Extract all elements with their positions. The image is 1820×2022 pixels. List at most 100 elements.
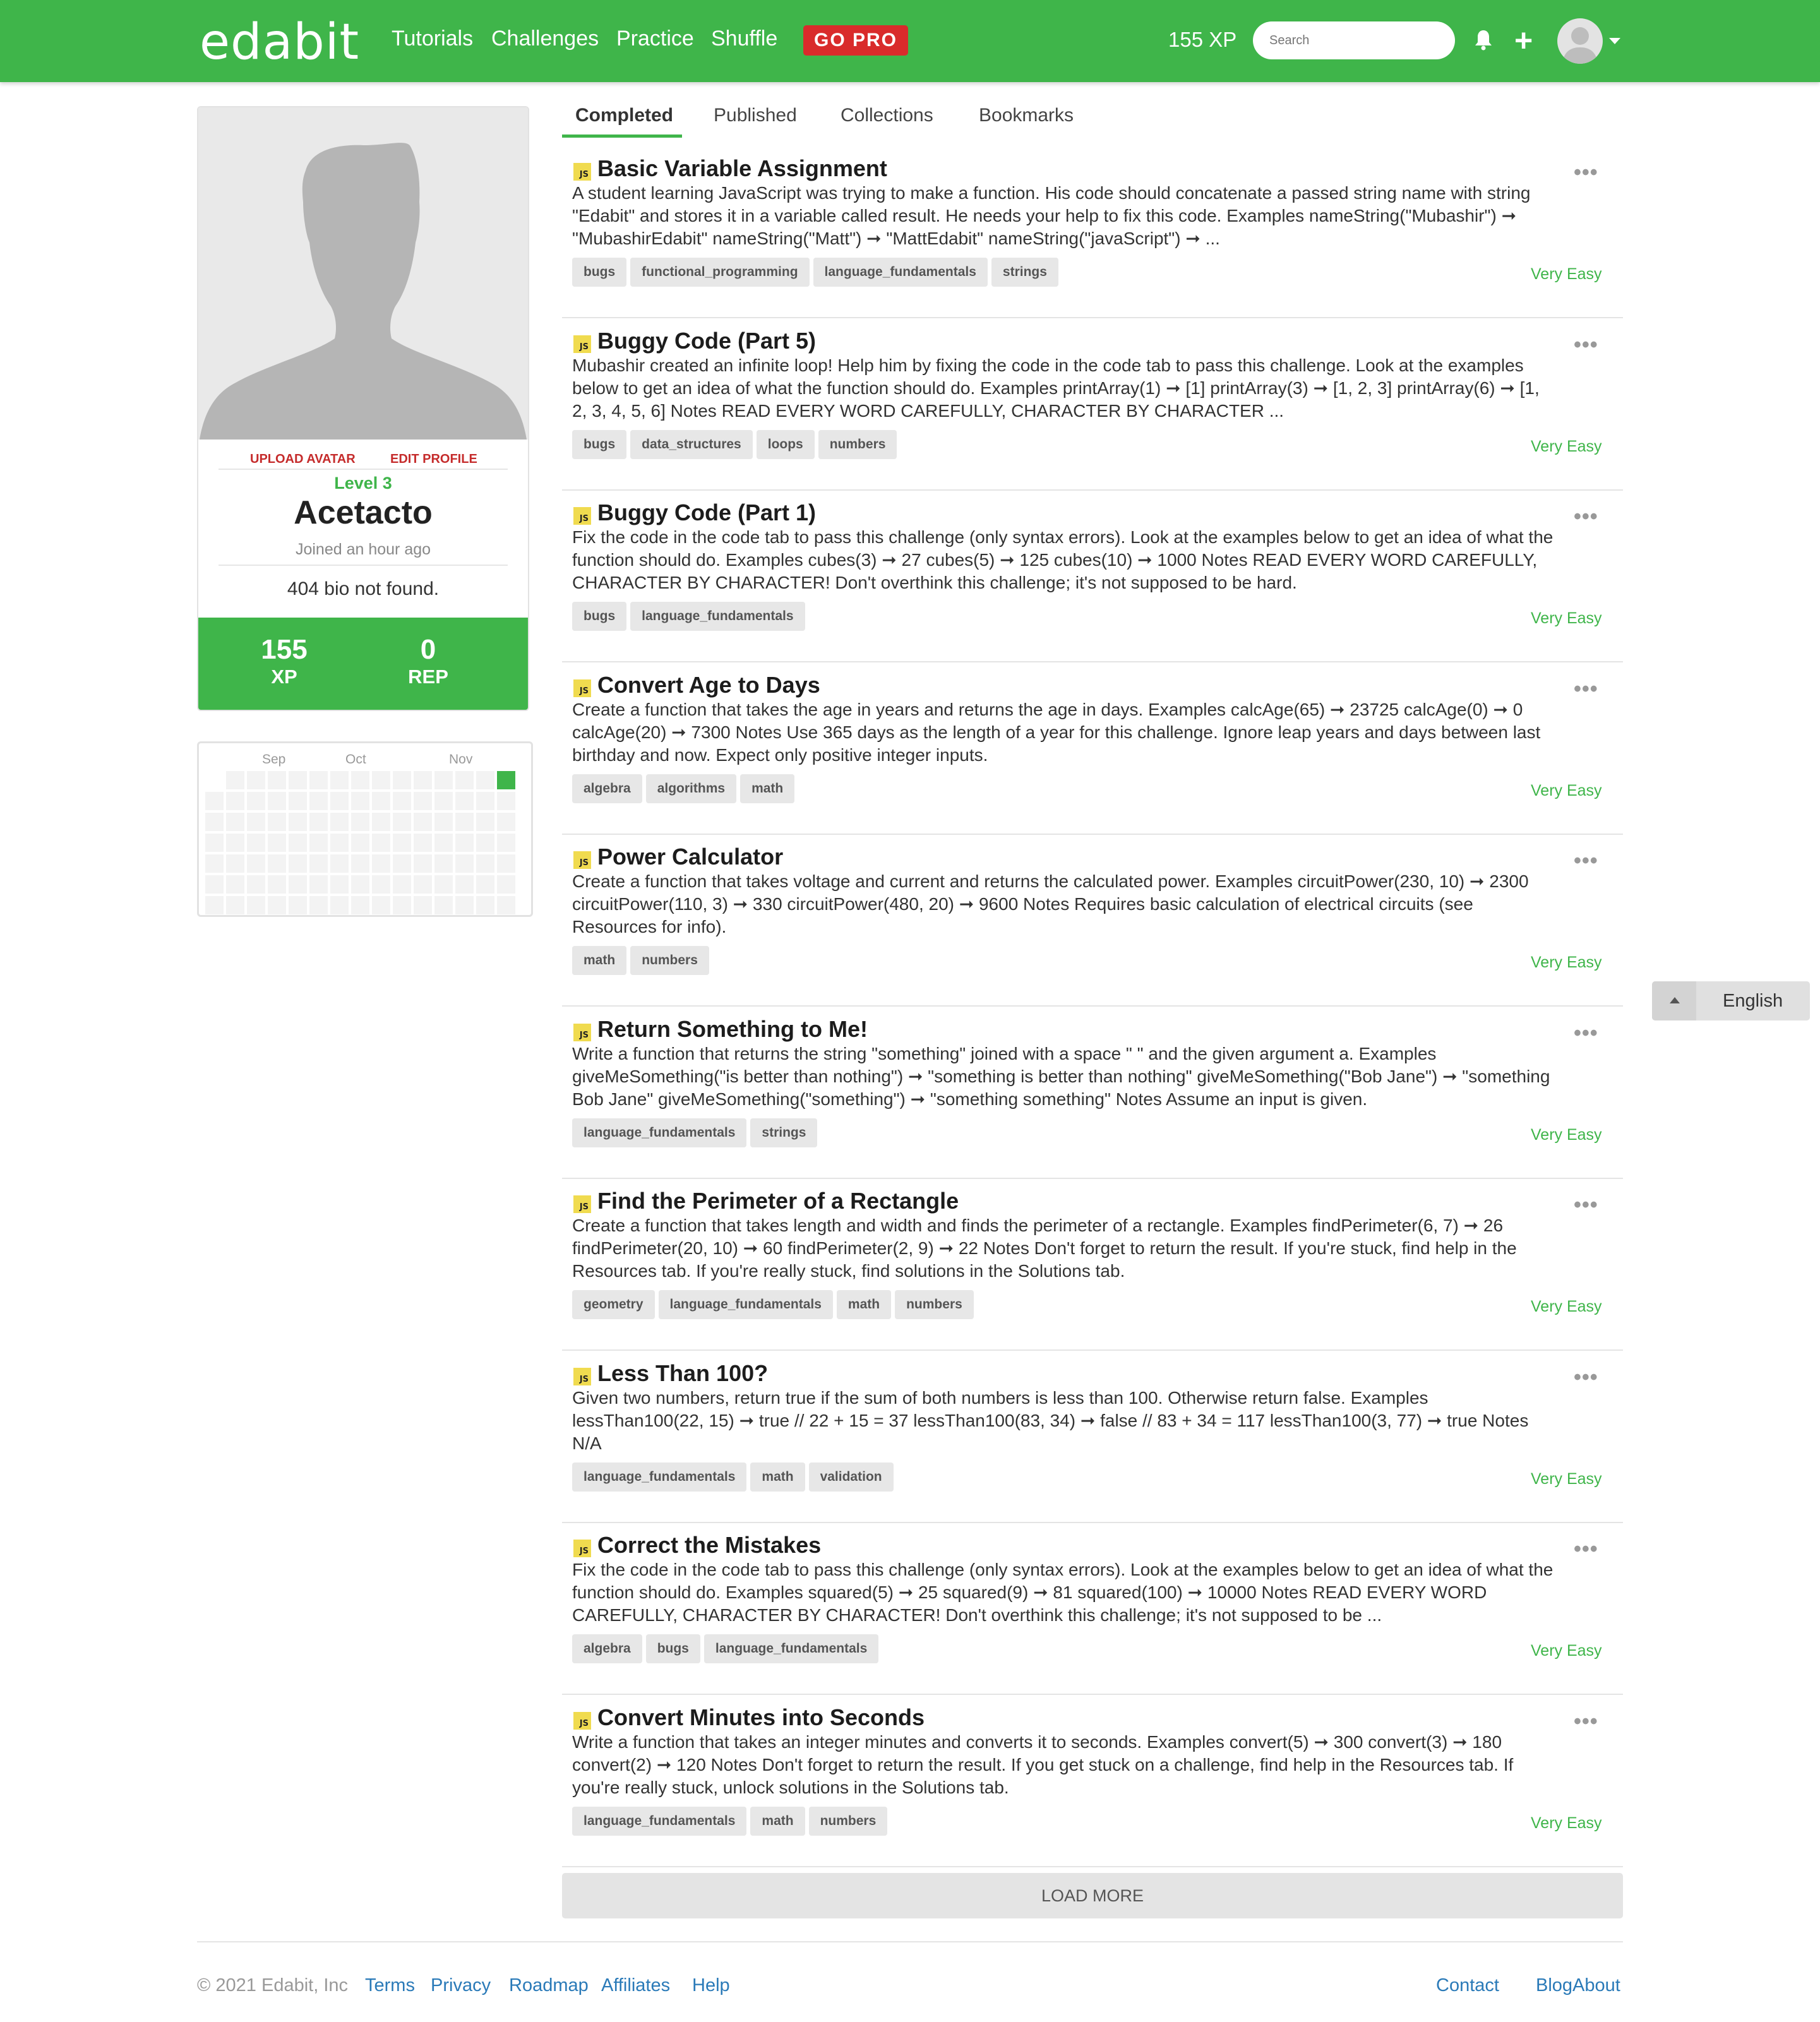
footer-link-about[interactable]: About — [1572, 1975, 1620, 1996]
more-options-icon[interactable]: ••• — [1574, 1193, 1598, 1217]
challenge-title[interactable]: Basic Variable Assignment — [597, 155, 887, 182]
challenge-title[interactable]: Correct the Mistakes — [597, 1532, 821, 1558]
challenge-card[interactable]: JS Convert Minutes into Seconds Write a fu… — [562, 1694, 1623, 1867]
challenge-title[interactable]: Convert Age to Days — [597, 672, 820, 698]
search-input[interactable] — [1253, 21, 1455, 59]
upload-avatar-link[interactable]: UPLOAD AVATAR — [250, 452, 356, 467]
challenge-title[interactable]: Convert Minutes into Seconds — [597, 1704, 925, 1731]
more-options-icon[interactable]: ••• — [1574, 1709, 1598, 1734]
footer-link-contact[interactable]: Contact — [1436, 1975, 1499, 1996]
tag[interactable]: bugs — [572, 258, 627, 287]
more-options-icon[interactable]: ••• — [1574, 160, 1598, 185]
challenge-title[interactable]: Buggy Code (Part 1) — [597, 500, 816, 526]
challenge-card[interactable]: JS Basic Variable Assignment A student lea… — [562, 145, 1623, 318]
challenge-title[interactable]: Buggy Code (Part 5) — [597, 328, 816, 354]
challenge-card[interactable]: JS Power Calculator Create a function that… — [562, 834, 1623, 1007]
tag[interactable]: language_fundamentals — [572, 1118, 747, 1147]
edabit-logo[interactable]: edabit — [200, 14, 359, 71]
tag[interactable]: bugs — [572, 430, 627, 459]
more-options-icon[interactable]: ••• — [1574, 333, 1598, 357]
challenge-card[interactable]: JS Return Something to Me! Write a functio… — [562, 1006, 1623, 1179]
tag[interactable]: functional_programming — [630, 258, 810, 287]
tag[interactable]: math — [740, 774, 795, 803]
tag[interactable]: numbers — [895, 1290, 974, 1319]
footer-link-terms[interactable]: Terms — [365, 1975, 415, 1996]
tag[interactable]: bugs — [572, 602, 627, 631]
nav-practice[interactable]: Practice — [616, 27, 694, 51]
load-more-button[interactable]: LOAD MORE — [562, 1873, 1623, 1918]
tag[interactable]: algebra — [572, 1634, 642, 1663]
tag[interactable]: data_structures — [630, 430, 753, 459]
tab-collections[interactable]: Collections — [841, 105, 933, 126]
footer-link-help[interactable]: Help — [692, 1975, 730, 1996]
go-pro-button[interactable]: GO PRO — [803, 25, 908, 56]
activity-cell — [289, 896, 307, 914]
javascript-badge-icon: JS — [573, 163, 591, 181]
challenge-title[interactable]: Find the Perimeter of a Rectangle — [597, 1188, 959, 1214]
tag[interactable]: language_fundamentals — [572, 1807, 747, 1836]
more-options-icon[interactable]: ••• — [1574, 505, 1598, 529]
tag[interactable]: language_fundamentals — [630, 602, 805, 631]
bell-icon[interactable] — [1474, 29, 1493, 51]
tag[interactable]: math — [750, 1807, 805, 1836]
challenge-description: Given two numbers, return true if the su… — [572, 1388, 1529, 1453]
tag[interactable]: language_fundamentals — [703, 1634, 879, 1663]
plus-icon[interactable]: + — [1514, 21, 1533, 59]
tag[interactable]: math — [750, 1463, 805, 1492]
tag[interactable]: strings — [750, 1118, 818, 1147]
challenge-card[interactable]: JS Convert Age to Days Create a function t… — [562, 662, 1623, 835]
footer-link-blog[interactable]: Blog — [1536, 1975, 1572, 1996]
more-options-icon[interactable]: ••• — [1574, 1537, 1598, 1562]
challenge-card[interactable]: JS Buggy Code (Part 1) Fix the code in the… — [562, 489, 1623, 662]
tag-list: geometry language_fundamentals math numbers — [572, 1290, 974, 1319]
activity-cell — [268, 792, 286, 810]
tag[interactable]: numbers — [808, 1807, 888, 1836]
challenge-card[interactable]: JS Find the Perimeter of a Rectangle Creat… — [562, 1178, 1623, 1351]
tag[interactable]: numbers — [630, 946, 709, 975]
user-avatar[interactable] — [1557, 18, 1603, 64]
nav-tutorials[interactable]: Tutorials — [392, 27, 473, 51]
challenge-description: Create a function that takes length and … — [572, 1216, 1517, 1281]
more-options-icon[interactable]: ••• — [1574, 849, 1598, 873]
tab-bookmarks[interactable]: Bookmarks — [979, 105, 1074, 126]
tab-published[interactable]: Published — [714, 105, 797, 126]
more-options-icon[interactable]: ••• — [1574, 677, 1598, 702]
activity-cell — [476, 834, 494, 852]
activity-cell — [330, 792, 349, 810]
language-toggle[interactable] — [1652, 981, 1696, 1020]
tag[interactable]: bugs — [645, 1634, 700, 1663]
nav-shuffle[interactable]: Shuffle — [711, 27, 777, 51]
tag[interactable]: loops — [756, 430, 815, 459]
footer-link-affiliates[interactable]: Affiliates — [601, 1975, 670, 1996]
tag[interactable]: validation — [808, 1463, 894, 1492]
more-options-icon[interactable]: ••• — [1574, 1021, 1598, 1046]
footer-link-privacy[interactable]: Privacy — [431, 1975, 491, 1996]
tag[interactable]: math — [572, 946, 627, 975]
footer-link-roadmap[interactable]: Roadmap — [509, 1975, 589, 1996]
tag[interactable]: algorithms — [645, 774, 737, 803]
tag[interactable]: geometry — [572, 1290, 655, 1319]
tag[interactable]: language_fundamentals — [813, 258, 988, 287]
edit-profile-link[interactable]: EDIT PROFILE — [390, 452, 477, 467]
nav-challenges[interactable]: Challenges — [491, 27, 599, 51]
tag[interactable]: language_fundamentals — [658, 1290, 833, 1319]
challenge-card[interactable]: JS Buggy Code (Part 5) Mubashir created an… — [562, 318, 1623, 491]
tag[interactable]: language_fundamentals — [572, 1463, 747, 1492]
challenge-card[interactable]: JS Less Than 100? Given two numbers, retur… — [562, 1350, 1623, 1523]
tag[interactable]: strings — [991, 258, 1058, 287]
challenge-card[interactable]: JS Correct the Mistakes Fix the code in th… — [562, 1522, 1623, 1695]
tag[interactable]: numbers — [818, 430, 897, 459]
tag[interactable]: algebra — [572, 774, 642, 803]
activity-cell — [247, 813, 265, 831]
chevron-down-icon[interactable] — [1609, 38, 1620, 44]
challenge-description: Write a function that takes an integer m… — [572, 1732, 1514, 1797]
rep-label: REP — [408, 666, 448, 688]
tag[interactable]: math — [836, 1290, 892, 1319]
activity-cell — [497, 792, 515, 810]
more-options-icon[interactable]: ••• — [1574, 1365, 1598, 1390]
challenge-title[interactable]: Return Something to Me! — [597, 1016, 868, 1043]
language-selector[interactable]: English — [1652, 981, 1810, 1020]
tab-completed[interactable]: Completed — [575, 105, 673, 126]
challenge-title[interactable]: Less Than 100? — [597, 1360, 768, 1387]
challenge-title[interactable]: Power Calculator — [597, 844, 783, 870]
